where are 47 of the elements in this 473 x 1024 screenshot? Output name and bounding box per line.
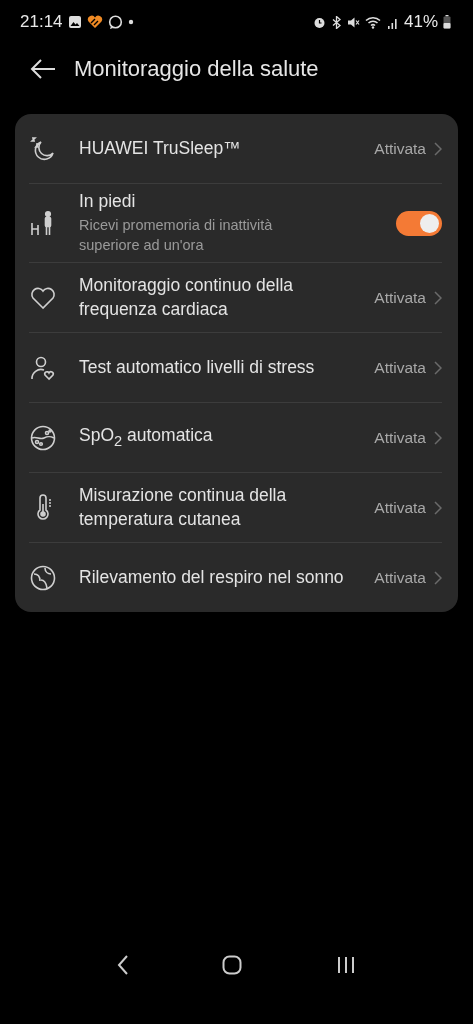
settings-row[interactable]: HUAWEI TruSleep™ Attivata (29, 114, 442, 184)
setting-title: HUAWEI TruSleep™ (79, 136, 242, 160)
setting-title: Monitoraggio continuo della frequenza cardiaca (79, 274, 295, 321)
setting-title: Test automatico livelli di stress (79, 355, 316, 379)
bubbles-circle-icon (29, 423, 57, 452)
setting-status: Attivata (374, 288, 426, 307)
settings-row[interactable]: Misurazione continua della temperatura cutanea Attivata (29, 473, 442, 543)
image-icon (67, 15, 82, 29)
setting-status: Attivata (374, 428, 426, 447)
dot-icon (127, 19, 134, 25)
back-button[interactable] (30, 59, 56, 79)
toggle-switch[interactable] (396, 210, 442, 236)
settings-row[interactable]: SpO$_{2}$ automatica Attivata (29, 403, 442, 473)
setting-title: SpO$_{2}$ automatica (79, 424, 214, 451)
alarm-icon (312, 15, 326, 29)
setting-description: Ricevi promemoria di inattività superiore ad un'ora (79, 216, 274, 256)
chevron-icon (434, 360, 442, 375)
setting-status: Attivata (374, 139, 426, 158)
chevron-icon (434, 430, 442, 445)
bluetooth-icon (330, 15, 342, 29)
setting-title: In piedi (79, 190, 137, 214)
page-title: Monitoraggio della salute (74, 56, 319, 82)
settings-row[interactable]: Test automatico livelli di stress Attivata (29, 333, 442, 403)
setting-title: Misurazione continua della temperatura cutanea (79, 484, 288, 531)
settings-row[interactable]: Rilevamento del respiro nel sonno Attivata (29, 543, 442, 612)
home-nav-icon[interactable] (222, 955, 243, 975)
back-nav-icon[interactable] (116, 955, 129, 975)
heart-icon (86, 15, 103, 29)
settings-row[interactable]: In piedi Ricevi promemoria di inattività superiore ad un'ora (29, 184, 442, 263)
chevron-icon (434, 290, 442, 305)
mute-icon (346, 15, 360, 29)
chevron-icon (434, 570, 442, 585)
sleep-moon-icon (29, 134, 57, 163)
chat-icon (107, 14, 123, 30)
battery-icon (443, 15, 451, 29)
setting-title: Rilevamento del respiro nel sonno (79, 565, 345, 589)
breathing-circle-icon (29, 563, 57, 592)
settings-row[interactable]: Monitoraggio continuo della frequenza cardiaca Attivata (29, 263, 442, 333)
setting-status: Attivata (374, 498, 426, 517)
chevron-icon (434, 500, 442, 515)
battery-percent: 41% (403, 12, 438, 32)
recents-nav-icon[interactable] (336, 956, 357, 974)
wifi-icon (364, 15, 382, 29)
setting-status: Attivata (374, 358, 426, 377)
setting-status: Attivata (374, 568, 426, 587)
chevron-icon (434, 141, 442, 156)
status-time: 21:14 (20, 12, 63, 32)
